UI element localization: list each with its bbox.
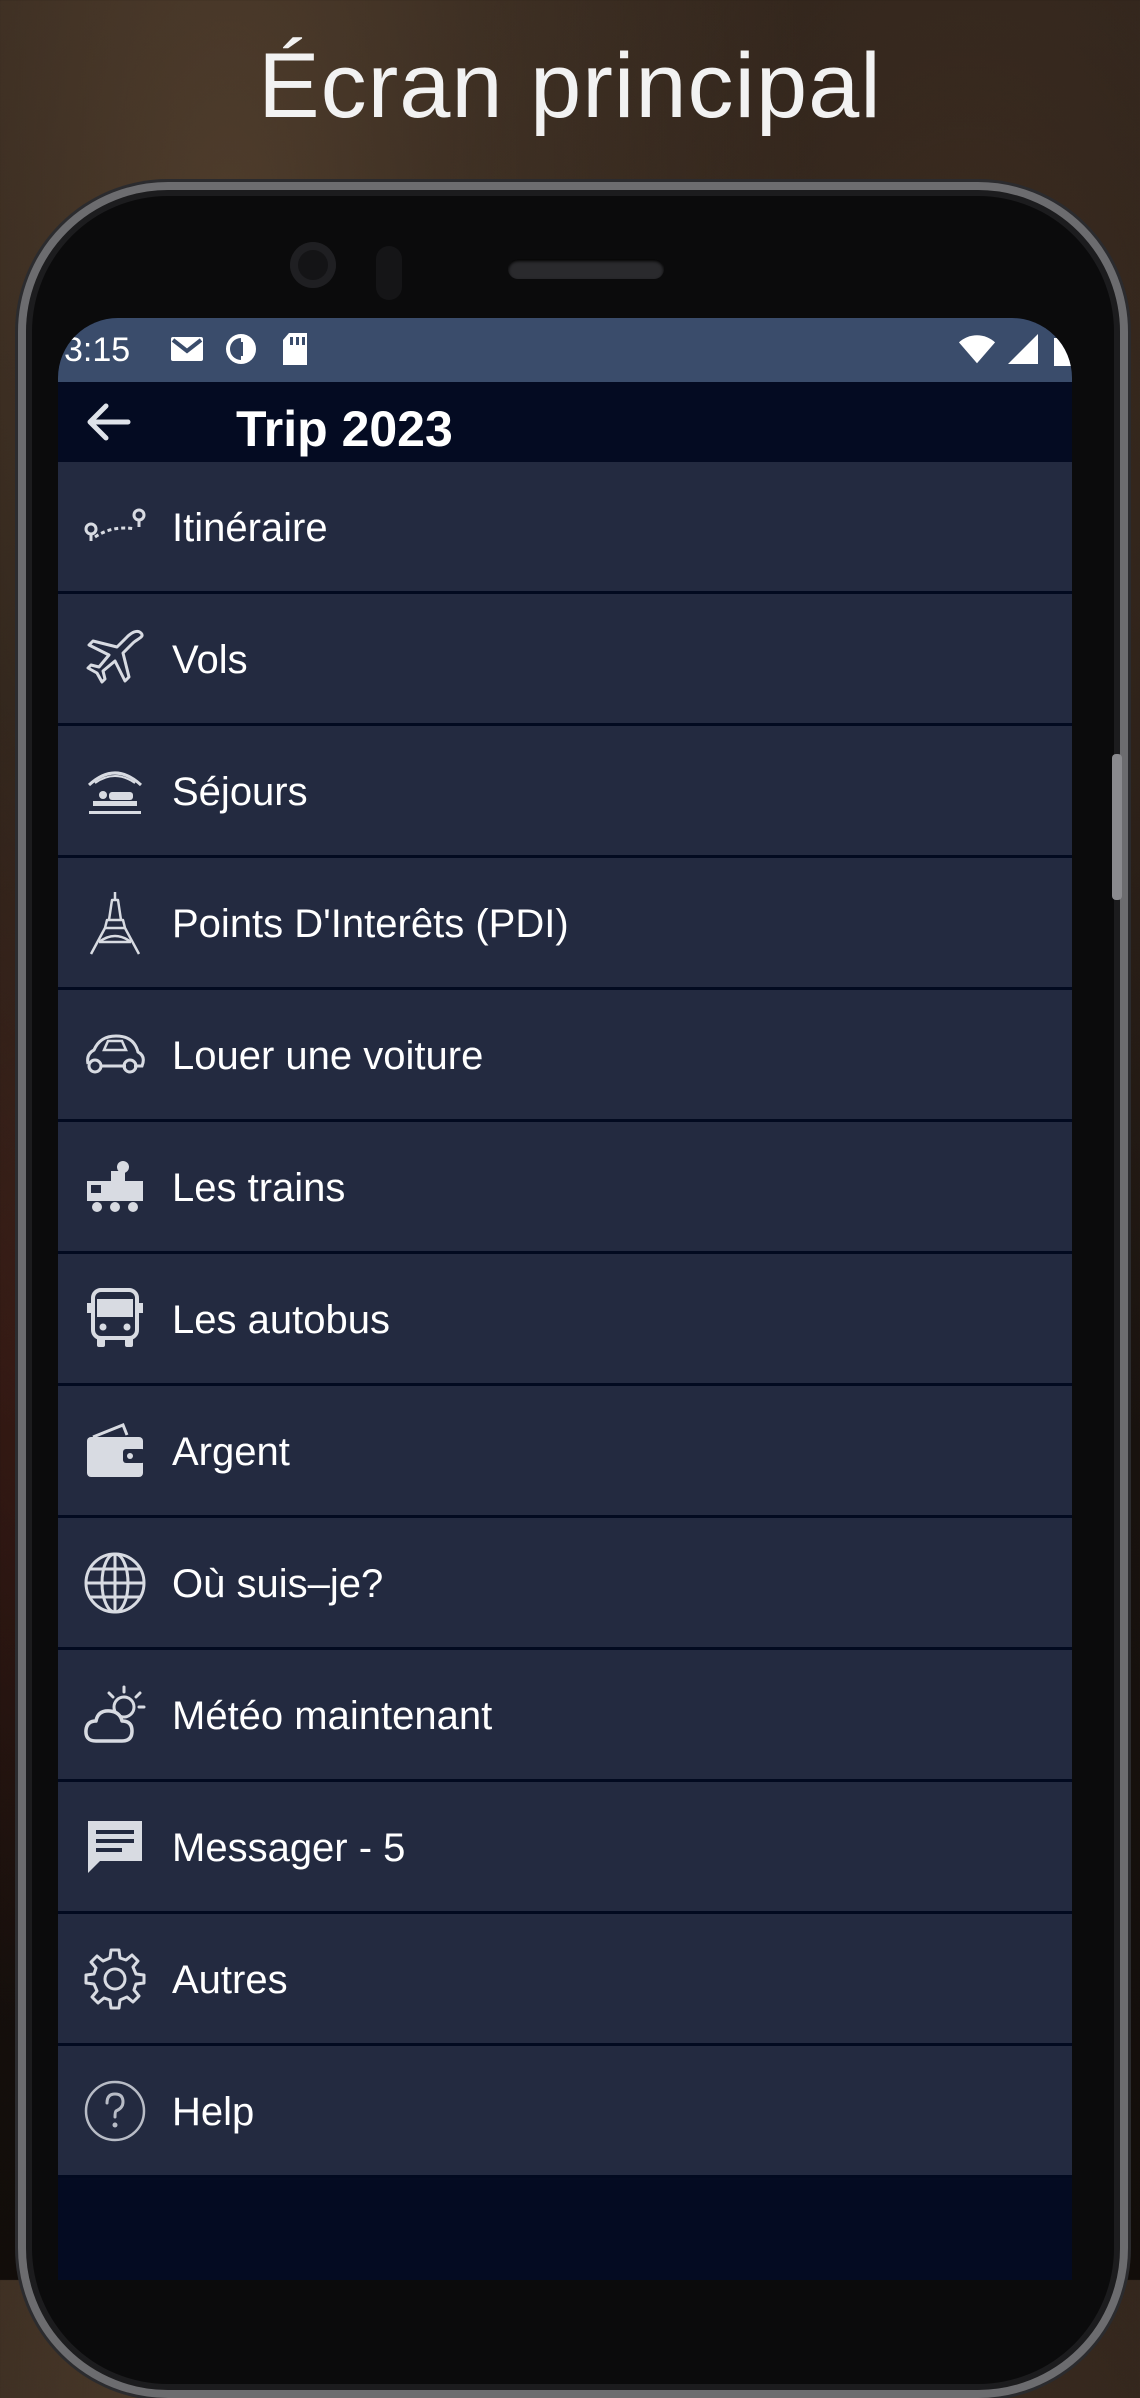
menu-label: Louer une voiture (172, 1034, 484, 1078)
mail-icon (168, 330, 206, 368)
menu-label: Points D'Interêts (PDI) (172, 902, 569, 946)
bus-icon (82, 1286, 148, 1352)
menu-label: Les trains (172, 1166, 346, 1210)
menu-item-ou-suis-je[interactable]: Où suis–je? (58, 1518, 1072, 1647)
globe-icon (82, 1550, 148, 1616)
menu-label: Les autobus (172, 1298, 390, 1342)
menu-label: Argent (172, 1430, 290, 1474)
gear-icon (82, 1946, 148, 2012)
weather-icon (82, 1682, 148, 1748)
menu-item-sejours[interactable]: Séjours (58, 726, 1072, 855)
menu-label: Séjours (172, 770, 308, 814)
menu-item-meteo[interactable]: Météo maintenant (58, 1650, 1072, 1779)
wallet-icon (82, 1418, 148, 1484)
menu-item-itineraire[interactable]: Itinéraire (58, 462, 1072, 591)
menu-item-argent[interactable]: Argent (58, 1386, 1072, 1515)
menu-item-pdi[interactable]: Points D'Interêts (PDI) (58, 858, 1072, 987)
help-icon (82, 2078, 148, 2144)
menu-label: Vols (172, 638, 248, 682)
status-bar: 3:15 (58, 318, 1072, 382)
menu-label: Autres (172, 1958, 288, 2002)
screenshot-headline: Écran principal (258, 35, 882, 137)
front-camera (290, 242, 336, 288)
menu-item-messager[interactable]: Messager - 5 (58, 1782, 1072, 1911)
airplane-icon (82, 626, 148, 692)
main-menu: Itinéraire Vols Séjours Points D'Interêt… (58, 462, 1072, 2175)
menu-label: Messager - 5 (172, 1826, 406, 1870)
menu-item-autobus[interactable]: Les autobus (58, 1254, 1072, 1383)
train-icon (82, 1154, 148, 1220)
phone-screen: 3:15 Trip 2023 Itinéraire Vols Séjours P… (58, 318, 1072, 2280)
car-icon (82, 1022, 148, 1088)
signal-icon (1004, 330, 1042, 368)
system-icons (958, 330, 1072, 368)
hotel-icon (82, 758, 148, 824)
menu-label: Où suis–je? (172, 1562, 384, 1606)
menu-label: Itinéraire (172, 506, 328, 550)
status-time: 3:15 (64, 331, 131, 369)
route-icon (82, 494, 148, 560)
screen-bottom-area (58, 2178, 1072, 2280)
back-button[interactable] (80, 394, 138, 450)
message-icon (82, 1814, 148, 1880)
menu-label: Help (172, 2090, 255, 2134)
sd-card-icon (276, 330, 314, 368)
earpiece-speaker (508, 259, 664, 279)
eiffel-tower-icon (82, 890, 148, 956)
menu-item-help[interactable]: Help (58, 2046, 1072, 2175)
app-title: Trip 2023 (236, 401, 453, 457)
menu-item-louer-voiture[interactable]: Louer une voiture (58, 990, 1072, 1119)
menu-label: Météo maintenant (172, 1694, 493, 1738)
circle-half-icon (222, 330, 260, 368)
menu-item-vols[interactable]: Vols (58, 594, 1072, 723)
power-button[interactable] (1112, 754, 1122, 900)
menu-item-autres[interactable]: Autres (58, 1914, 1072, 2043)
camera-sensor (376, 246, 402, 300)
menu-item-trains[interactable]: Les trains (58, 1122, 1072, 1251)
battery-icon (1050, 330, 1072, 368)
app-bar: Trip 2023 (58, 382, 1072, 462)
notification-icons (168, 330, 314, 368)
wifi-icon (958, 330, 996, 368)
arrow-left-icon (87, 403, 131, 441)
